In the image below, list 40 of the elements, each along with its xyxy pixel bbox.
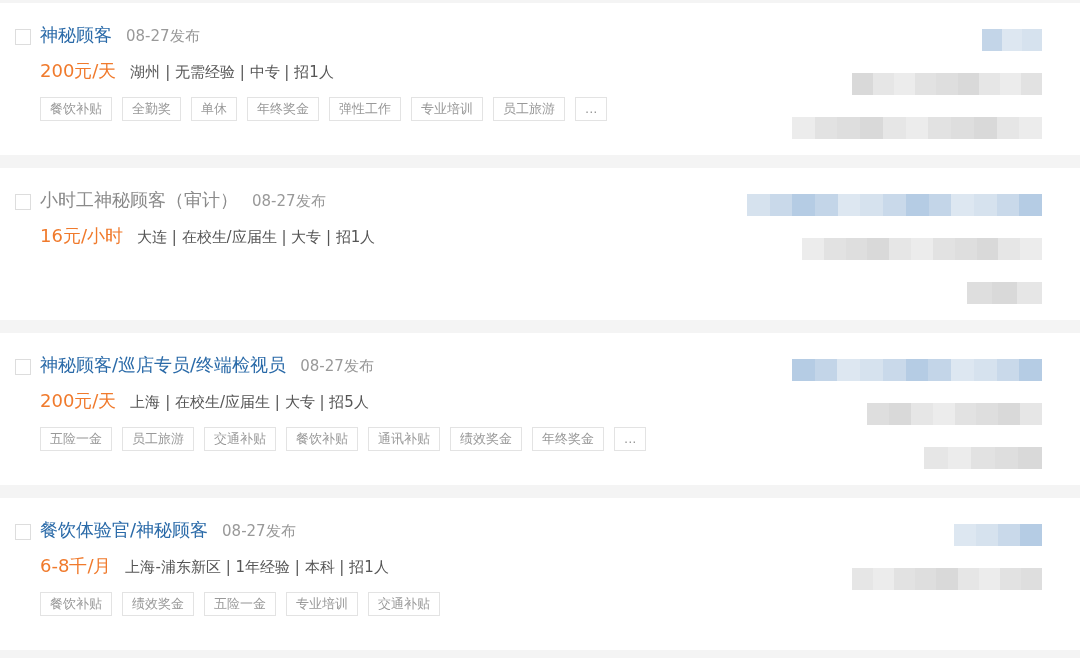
benefit-tag: 餐饮补贴	[40, 592, 112, 616]
benefit-tag: ...	[575, 97, 608, 121]
job-info: 上海-浦东新区 | 1年经验 | 本科 | 招1人	[125, 558, 389, 577]
salary: 200元/天	[40, 389, 117, 413]
benefit-tag: 专业培训	[286, 592, 358, 616]
job-title[interactable]: 小时工神秘顾客（审计）	[40, 188, 238, 212]
benefit-tag: 通讯补贴	[368, 427, 440, 451]
redacted-block	[982, 29, 1042, 51]
benefit-tag: 年终奖金	[532, 427, 604, 451]
benefit-tag: 年终奖金	[247, 97, 319, 121]
benefit-tag: 绩效奖金	[450, 427, 522, 451]
job-info: 大连 | 在校生/应届生 | 大专 | 招1人	[136, 228, 376, 247]
salary: 200元/天	[40, 59, 117, 83]
benefit-tag: 弹性工作	[329, 97, 401, 121]
checkbox[interactable]	[15, 29, 31, 45]
benefit-tag: 单休	[191, 97, 237, 121]
job-title[interactable]: 神秘顾客/巡店专员/终端检视员	[40, 353, 287, 377]
job-title[interactable]: 餐饮体验官/神秘顾客	[40, 518, 209, 542]
benefit-tag: 餐饮补贴	[40, 97, 112, 121]
benefit-tag: 交通补贴	[368, 592, 440, 616]
checkbox[interactable]	[15, 194, 31, 210]
benefit-tag: 专业培训	[411, 97, 483, 121]
benefit-tag: ...	[614, 427, 647, 451]
checkbox[interactable]	[15, 359, 31, 375]
benefit-tag: 餐饮补贴	[286, 427, 358, 451]
benefit-tag: 绩效奖金	[122, 592, 194, 616]
job-title[interactable]: 神秘顾客	[40, 23, 112, 47]
job-info: 上海 | 在校生/应届生 | 大专 | 招5人	[130, 393, 369, 412]
benefit-tag: 员工旅游	[493, 97, 565, 121]
benefit-tag: 员工旅游	[122, 427, 194, 451]
job-info: 湖州 | 无需经验 | 中专 | 招1人	[130, 63, 334, 82]
salary: 16元/小时	[40, 224, 123, 248]
post-date: 08-27发布	[252, 192, 326, 211]
benefit-tag: 全勤奖	[122, 97, 181, 121]
benefit-tag: 交通补贴	[204, 427, 276, 451]
salary: 6-8千/月	[40, 554, 112, 578]
checkbox[interactable]	[15, 524, 31, 540]
post-date: 08-27发布	[126, 27, 200, 46]
post-date: 08-27发布	[300, 357, 374, 376]
post-date: 08-27发布	[222, 522, 296, 541]
